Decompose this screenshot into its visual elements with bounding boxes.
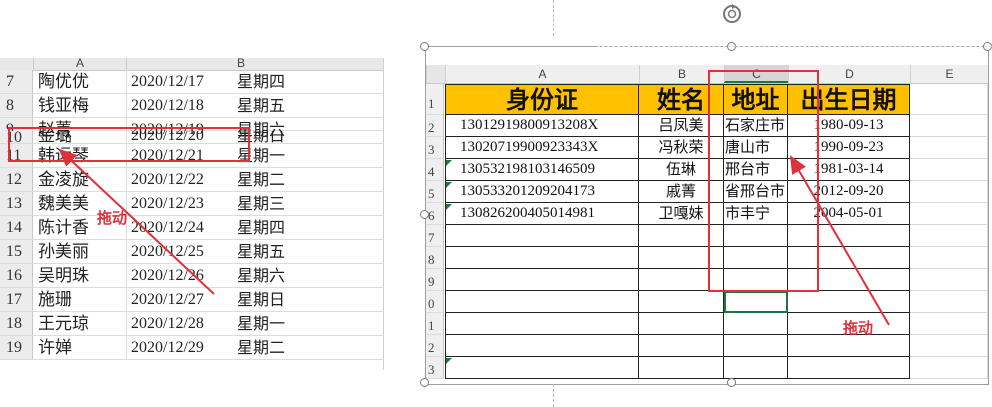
left-drag-arrow [58,148,215,295]
drag-arrows [58,148,890,326]
right-drag-arrow [789,155,890,326]
